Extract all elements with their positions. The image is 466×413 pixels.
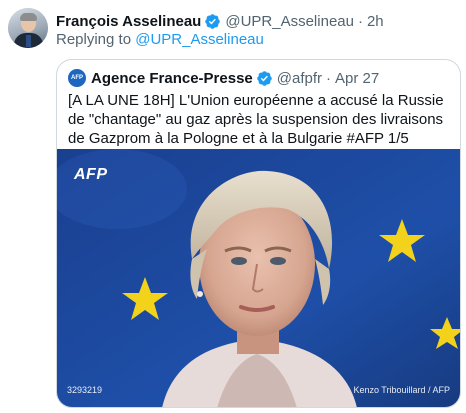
quoted-tweet-card[interactable]: AFP Agence France-Presse @afpfr · Apr 27… bbox=[56, 59, 461, 408]
afp-avatar[interactable]: AFP bbox=[68, 69, 86, 87]
tweet-header: François Asselineau @UPR_Asselineau · 2h bbox=[56, 11, 384, 31]
replying-to-link[interactable]: @UPR_Asselineau bbox=[135, 31, 264, 48]
replying-to-line: Replying to @UPR_Asselineau bbox=[56, 31, 264, 48]
quoted-timestamp[interactable]: Apr 27 bbox=[335, 70, 379, 87]
author-avatar[interactable] bbox=[8, 8, 48, 48]
afp-watermark: AFP bbox=[74, 166, 108, 183]
author-name[interactable]: François Asselineau bbox=[56, 13, 201, 30]
photo-credit: Kenzo Tribouillard / AFP bbox=[353, 385, 450, 395]
separator-dot: · bbox=[357, 12, 363, 30]
tweet-timestamp[interactable]: 2h bbox=[367, 13, 384, 30]
verified-badge-icon bbox=[205, 13, 221, 29]
quoted-tweet-header: AFP Agence France-Presse @afpfr · Apr 27 bbox=[68, 69, 379, 87]
separator-dot: · bbox=[326, 69, 331, 87]
tweet[interactable]: François Asselineau @UPR_Asselineau · 2h… bbox=[0, 0, 466, 413]
author-handle[interactable]: @UPR_Asselineau bbox=[225, 13, 354, 30]
quoted-author-handle[interactable]: @afpfr bbox=[277, 70, 322, 87]
replying-to-label: Replying to bbox=[56, 31, 132, 48]
quoted-tweet-text: [A LA UNE 18H] L'Union européenne a accu… bbox=[68, 92, 444, 147]
quoted-tweet-photo[interactable]: AFP 3293219 Kenzo Tribouillard / AFP bbox=[57, 149, 460, 407]
photo-illustration bbox=[57, 149, 460, 407]
verified-badge-icon bbox=[256, 70, 272, 86]
photo-id: 3293219 bbox=[67, 385, 103, 395]
quoted-author-name[interactable]: Agence France-Presse bbox=[91, 70, 253, 87]
